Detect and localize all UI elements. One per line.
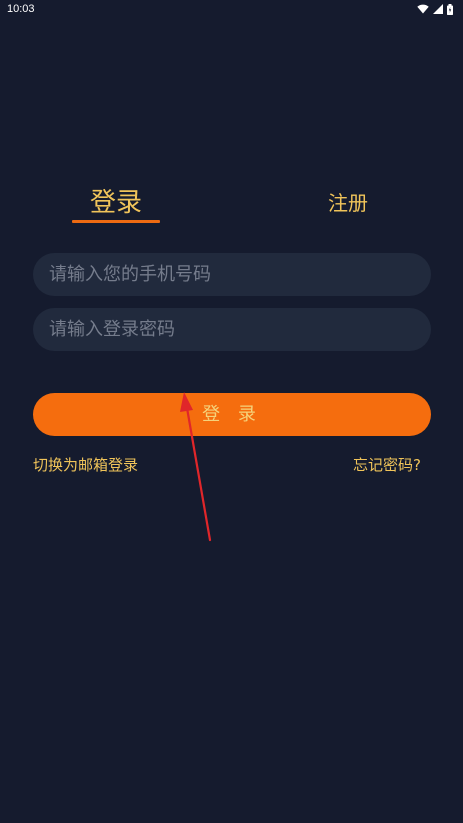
forgot-password-link[interactable]: 忘记密码? bbox=[353, 455, 421, 475]
active-tab-indicator bbox=[72, 220, 160, 223]
annotation-arrow-icon bbox=[180, 392, 212, 542]
status-icons bbox=[417, 3, 453, 15]
phone-input[interactable] bbox=[47, 252, 417, 297]
password-input[interactable] bbox=[47, 307, 417, 352]
battery-icon bbox=[447, 3, 453, 15]
auth-tabs: 登录 注册 bbox=[0, 185, 463, 225]
status-time: 10:03 bbox=[7, 3, 35, 15]
tab-register[interactable]: 注册 bbox=[315, 185, 381, 221]
wifi-icon bbox=[417, 4, 429, 14]
switch-email-login-link[interactable]: 切换为邮箱登录 bbox=[33, 455, 138, 475]
phone-field-container bbox=[33, 252, 431, 297]
status-bar: 10:03 bbox=[0, 0, 463, 20]
tab-login[interactable]: 登录 bbox=[72, 185, 160, 223]
login-button[interactable]: 登 录 bbox=[33, 393, 431, 436]
password-field-container bbox=[33, 307, 431, 352]
tab-login-label: 登录 bbox=[89, 188, 142, 218]
tab-register-label: 注册 bbox=[328, 191, 368, 215]
signal-icon bbox=[433, 4, 443, 14]
